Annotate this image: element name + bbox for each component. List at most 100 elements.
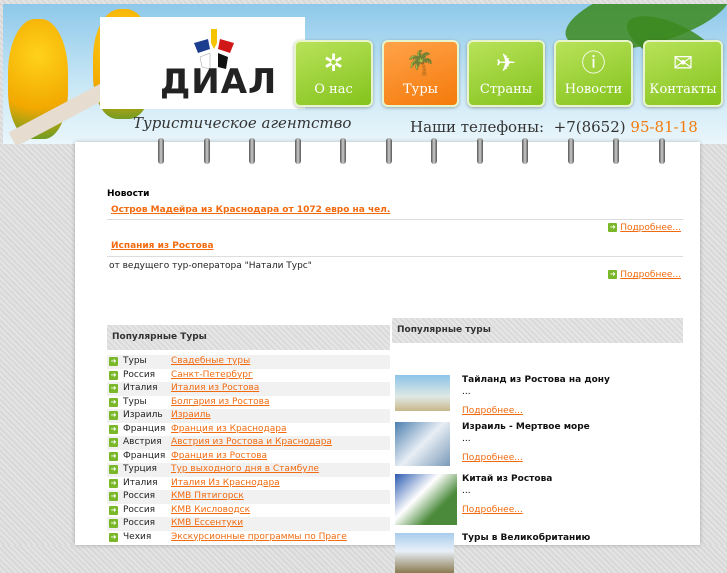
table-row: ➜ Чехия Экскурсионные программы по Праге [107, 531, 390, 545]
tour-image[interactable] [395, 422, 450, 466]
country-cell: Израиль [123, 410, 163, 420]
binder-ring [249, 138, 255, 164]
tour-link[interactable]: КМВ Кисловодск [171, 504, 250, 518]
arrow-icon: ➜ [109, 357, 118, 367]
arrow-icon: ➜ [109, 370, 118, 380]
table-row: ➜ Туры Болгария из Ростова [107, 396, 390, 410]
table-row: ➜ Франция Франция из Краснодара [107, 423, 390, 437]
binder-ring [476, 138, 483, 164]
phones: Наши телефоны: +7(8652) 95-81-18 [410, 118, 698, 136]
arrow-icon: ➜ [109, 411, 118, 421]
tour-link[interactable]: Франция из Краснодара [171, 423, 287, 437]
table-row: ➜ Россия КМВ Кисловодск [107, 504, 390, 518]
info-icon: ⓘ [581, 49, 606, 77]
arrow-icon: ➜ [109, 478, 118, 488]
binder-ring [158, 138, 164, 164]
tour-link[interactable]: Италия из Ростова [171, 382, 259, 396]
more-link[interactable]: ➜ Подробнее... [608, 270, 681, 280]
country-cell: Россия [123, 491, 156, 501]
table-row: ➜ Австрия Австрия из Ростова и Краснодара [107, 436, 390, 450]
arrow-icon: ➜ [109, 532, 118, 542]
table-row: ➜ Франция Франция из Ростова [107, 450, 390, 464]
binder-ring [203, 138, 210, 164]
table-row: ➜ Россия КМВ Ессентуки [107, 517, 390, 531]
binder-ring [385, 138, 392, 164]
table-row: ➜ Россия Санкт-Петербург [107, 369, 390, 383]
table-row: ➜ Турция Тур выходного дня в Стамбуле [107, 463, 390, 477]
tour-link[interactable]: Франция из Ростова [171, 450, 267, 464]
news-text: от ведущего тур-оператора "Натали Турс" [109, 261, 312, 271]
binder-ring [567, 138, 574, 164]
arrow-icon: ➜ [109, 384, 118, 394]
country-cell: Россия [123, 518, 156, 528]
news-link[interactable]: Испания из Ростова [111, 241, 214, 251]
more-link[interactable]: Подробнее... [462, 453, 523, 463]
arrow-icon: ➜ [109, 519, 118, 529]
country-cell: Австрия [123, 437, 162, 447]
binder-ring [340, 138, 346, 164]
table-row: ➜ Италия Италия Из Краснодара [107, 477, 390, 491]
tour-link[interactable]: КМВ Ессентуки [171, 517, 243, 531]
country-cell: Италия [123, 383, 158, 393]
binder-ring [431, 138, 437, 164]
arrow-icon: ➜ [109, 397, 118, 407]
popular-tours-list: Популярные туры Тайланд из Ростова на до… [392, 318, 683, 573]
popular-tours-header: Популярные Туры [107, 325, 390, 350]
country-cell: Чехия [123, 531, 152, 542]
binder-ring [658, 138, 665, 164]
arrow-icon: ➜ [608, 223, 618, 232]
table-row: ➜ Израиль Израиль [107, 409, 390, 423]
binder-ring [522, 138, 528, 164]
country-cell: Туры [123, 396, 147, 407]
more-link[interactable]: Подробнее... [462, 505, 523, 515]
tour-link[interactable]: Тур выходного дня в Стамбуле [171, 463, 319, 477]
nav-news[interactable]: ⓘ Новости [554, 40, 633, 107]
nav-tours[interactable]: 🌴 Туры [382, 40, 459, 107]
more-link[interactable]: ➜ Подробнее... [608, 223, 681, 233]
arrow-icon: ➜ [109, 492, 118, 502]
tour-link[interactable]: Санкт-Петербург [171, 369, 253, 383]
arrow-icon: ➜ [109, 424, 118, 434]
binder-ring [294, 138, 301, 164]
table-row: ➜ Италия Италия из Ростова [107, 382, 390, 396]
more-link[interactable]: Подробнее... [462, 406, 523, 416]
logo-text: ДИАЛ [160, 62, 278, 102]
tour-link[interactable]: Свадебные туры [171, 355, 250, 369]
tour-link[interactable]: Израиль [171, 409, 211, 423]
arrow-icon: ➜ [109, 465, 118, 475]
plane-icon: ✈ [495, 49, 517, 77]
country-cell: Туры [123, 356, 147, 366]
popular-tours-table: Популярные Туры ➜ Туры Свадебные туры ➜ Росс… [107, 325, 390, 544]
tour-image[interactable] [395, 533, 454, 573]
country-cell: Россия [123, 369, 156, 380]
tour-link[interactable]: Болгария из Ростова [171, 396, 269, 410]
tour-image[interactable] [395, 474, 457, 525]
tour-link[interactable]: Экскурсионные программы по Праге [171, 531, 347, 545]
nav-contacts[interactable]: ✉ Контакты [643, 40, 723, 107]
news-link[interactable]: Остров Мадейра из Краснодара от 1072 евр… [111, 205, 390, 215]
arrow-icon: ➜ [109, 505, 118, 515]
nav-countries[interactable]: ✈ Страны [467, 40, 545, 107]
arrow-icon: ➜ [109, 438, 118, 448]
nav-about[interactable]: ✲ О нас [294, 40, 373, 107]
tour-link[interactable]: КМВ Пятигорск [171, 490, 244, 504]
country-cell: Франция [123, 423, 166, 434]
table-row: ➜ Туры Свадебные туры [107, 355, 390, 369]
country-cell: Турция [123, 464, 157, 474]
mail-icon: ✉ [672, 49, 694, 77]
country-cell: Франция [123, 450, 166, 461]
popular-tours-header: Популярные туры [392, 318, 683, 343]
table-row: ➜ Россия КМВ Пятигорск [107, 490, 390, 504]
arrow-icon: ➜ [109, 451, 118, 461]
arrow-icon: ➜ [608, 270, 618, 279]
tour-link[interactable]: Австрия из Ростова и Краснодара [171, 436, 332, 450]
news-title: Новости [107, 189, 150, 199]
binder-ring [613, 138, 619, 164]
tour-link[interactable]: Италия Из Краснодара [171, 477, 280, 491]
tagline: Туристическое агентство [133, 114, 352, 132]
tour-image[interactable] [395, 375, 450, 411]
flower-icon: ✲ [323, 49, 344, 77]
country-cell: Италия [123, 477, 158, 488]
country-cell: Россия [123, 504, 156, 515]
palm-icon: 🌴 [405, 49, 436, 77]
